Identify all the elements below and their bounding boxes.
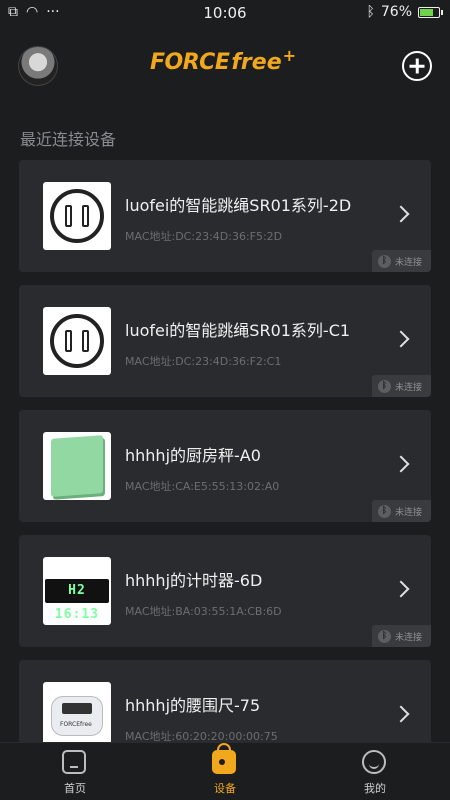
tab-label: 首页: [64, 782, 86, 795]
device-mac: MAC地址:BA:03:55:1A:CB:6D: [125, 605, 282, 618]
connection-status-badge: ᛒ 未连接: [371, 500, 431, 522]
logo-force-text: FORCE: [150, 50, 230, 75]
device-mac: MAC地址:60:20:20:00:00:75: [125, 730, 278, 742]
device-brand-text: FORCEfree: [60, 721, 92, 728]
device-mac: MAC地址:DC:23:4D:36:F2:C1: [125, 355, 282, 368]
device-name: luofei的智能跳绳SR01系列-2D: [125, 196, 352, 215]
device-name: hhhhj的腰围尺-75: [125, 696, 261, 715]
kitchen-scale-icon: [43, 432, 111, 500]
jump-rope-icon: [43, 307, 111, 375]
timer-display: H2 16:13: [45, 579, 109, 622]
chevron-right-icon: [392, 455, 410, 473]
battery-percent: 76%: [380, 4, 412, 20]
jump-rope-icon: [43, 182, 111, 250]
bluetooth-icon: ᛒ: [377, 629, 391, 643]
section-title: 最近连接设备: [20, 130, 117, 149]
chevron-right-icon: [392, 330, 410, 348]
tab-label: 设备: [214, 782, 236, 795]
connection-status-text: 未连接: [394, 507, 422, 518]
bluetooth-icon: ᛒ: [377, 254, 391, 268]
connection-status-badge: ᛒ 未连接: [371, 250, 431, 272]
device-mac: MAC地址:DC:23:4D:36:F5:2D: [125, 230, 283, 243]
connection-status-text: 未连接: [394, 382, 422, 393]
tab-home[interactable]: 首页: [0, 743, 150, 800]
logo-plus-text: +: [282, 46, 297, 65]
status-right-icons: ᛒ 76%: [366, 4, 443, 20]
device-card[interactable]: luofei的智能跳绳SR01系列-2D MAC地址:DC:23:4D:36:F…: [19, 160, 431, 272]
logo-free-text: free: [231, 50, 282, 75]
connection-status-text: 未连接: [394, 257, 422, 268]
chevron-right-icon: [392, 205, 410, 223]
tab-devices[interactable]: 设备: [150, 743, 300, 800]
device-name: hhhhj的厨房秤-A0: [125, 446, 261, 465]
device-list-area[interactable]: 最近连接设备 luofei的智能跳绳SR01系列-2D MAC地址:DC:23:…: [0, 100, 450, 742]
user-avatar[interactable]: [18, 46, 58, 86]
status-bar: ⧉ ◠ ··· 10:06 ᛒ 76%: [0, 0, 450, 26]
timer-icon: H2 16:13: [43, 557, 111, 625]
device-name: luofei的智能跳绳SR01系列-C1: [125, 321, 351, 340]
device-card[interactable]: FORCEfree hhhhj的腰围尺-75 MAC地址:60:20:20:00…: [19, 660, 431, 742]
bluetooth-icon: ᛒ: [377, 504, 391, 518]
chevron-right-icon: [392, 705, 410, 723]
device-card[interactable]: luofei的智能跳绳SR01系列-C1 MAC地址:DC:23:4D:36:F…: [19, 285, 431, 397]
connection-status-badge: ᛒ 未连接: [371, 375, 431, 397]
add-device-button[interactable]: [402, 51, 432, 81]
app-logo: FORCE free +: [150, 46, 310, 84]
tab-mine[interactable]: 我的: [300, 743, 450, 800]
device-icon: [212, 743, 236, 774]
app-header: FORCE free +: [0, 26, 450, 100]
tab-label: 我的: [364, 782, 386, 795]
device-card[interactable]: H2 16:13 hhhhj的计时器-6D MAC地址:BA:03:55:1A:…: [19, 535, 431, 647]
home-icon: [62, 750, 86, 774]
bluetooth-icon: ᛒ: [377, 379, 391, 393]
chevron-right-icon: [392, 580, 410, 598]
device-name: hhhhj的计时器-6D: [125, 571, 263, 590]
connection-status-badge: ᛒ 未连接: [371, 625, 431, 647]
battery-icon: [418, 6, 443, 18]
waist-tape-icon: FORCEfree: [43, 682, 111, 742]
profile-icon: [362, 750, 386, 774]
connection-status-text: 未连接: [394, 632, 422, 643]
bottom-tab-bar: 首页 设备 我的: [0, 742, 450, 800]
device-card[interactable]: hhhhj的厨房秤-A0 MAC地址:CA:E5:55:13:02:A0 ᛒ 未…: [19, 410, 431, 522]
device-mac: MAC地址:CA:E5:55:13:02:A0: [125, 480, 280, 493]
bluetooth-icon: ᛒ: [366, 4, 375, 20]
